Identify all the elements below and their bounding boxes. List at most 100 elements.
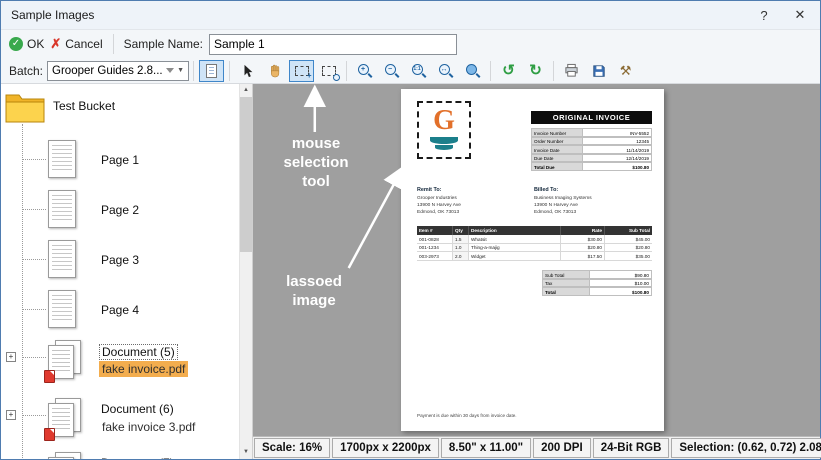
tree-item-document-5[interactable]: + Document (5) fake invoice.pdf bbox=[1, 338, 238, 386]
status-bar: Scale: 16% 1700px x 2200px 8.50" x 11.00… bbox=[253, 436, 821, 459]
sample-name-input[interactable] bbox=[208, 33, 457, 55]
tree-item-page-1[interactable]: Page 1 bbox=[1, 140, 238, 188]
zoom-actual-size-button[interactable]: 1:1 bbox=[406, 60, 431, 82]
tree-item-label: Document (5) bbox=[99, 344, 178, 360]
tree-root-label: Test Bucket bbox=[53, 99, 116, 113]
print-button[interactable] bbox=[559, 60, 584, 82]
ok-label: OK bbox=[27, 37, 45, 51]
zoom-region-button[interactable] bbox=[460, 60, 485, 82]
tree-item-label: Page 4 bbox=[101, 303, 140, 317]
invoice-items-table: Item # Qty Description Rate Sub Total 00… bbox=[417, 226, 652, 261]
rotate-ccw-icon: ↺ bbox=[502, 61, 515, 79]
scroll-up-arrow[interactable]: ▲ bbox=[240, 84, 252, 97]
pan-tool-button[interactable] bbox=[262, 60, 287, 82]
document-stack-icon bbox=[48, 452, 84, 459]
status-scale: Scale: 16% bbox=[254, 438, 331, 458]
lasso-selection-box[interactable]: G bbox=[417, 101, 471, 159]
page-thumbnail bbox=[48, 240, 76, 278]
page-thumbnail bbox=[48, 140, 76, 178]
status-dpi: 200 DPI bbox=[533, 438, 591, 458]
chevron-down-icon: ▼ bbox=[177, 67, 185, 74]
dialog-body: Test Bucket Page 1 Page 2 Page 3 Page 4 bbox=[1, 84, 821, 459]
zoom-out-button[interactable]: − bbox=[379, 60, 404, 82]
grooper-logo: G bbox=[433, 105, 455, 136]
tree-item-page-3[interactable]: Page 3 bbox=[1, 240, 238, 288]
settings-button[interactable]: ⚒ bbox=[613, 60, 638, 82]
document-stack-icon bbox=[44, 398, 84, 441]
help-button[interactable]: ? bbox=[746, 2, 782, 28]
hand-icon bbox=[270, 64, 279, 77]
zoom-region-icon bbox=[465, 63, 481, 78]
zoom-selection-tool-button[interactable] bbox=[316, 60, 341, 82]
invoice-meta-table: Invoice Number INV-5552 Order Number 12345… bbox=[531, 128, 652, 171]
document-stack-icon bbox=[44, 340, 84, 383]
billed-to-block: Billed To: Business Imaging Systems 1390… bbox=[534, 187, 592, 215]
marquee-select-icon: + bbox=[294, 65, 312, 79]
tree-scrollbar[interactable]: ▲ ▼ bbox=[239, 84, 252, 459]
batch-dropdown[interactable]: Grooper Guides 2.8... ▼ bbox=[47, 60, 190, 81]
thumbnail-pane-toggle-button[interactable] bbox=[199, 59, 225, 82]
pointer-tool-button[interactable] bbox=[235, 60, 260, 82]
page-thumbnail bbox=[48, 290, 76, 328]
scrollbar-thumb[interactable] bbox=[240, 97, 252, 252]
tree-item-page-4[interactable]: Page 4 bbox=[1, 290, 238, 338]
tree-item-label: Page 2 bbox=[101, 203, 140, 217]
tree-item-filename: fake invoice 3.pdf bbox=[102, 420, 196, 434]
zoom-in-button[interactable]: + bbox=[352, 60, 377, 82]
close-button[interactable]: ✕ bbox=[782, 2, 818, 28]
zoom-fit-icon: ↔ bbox=[438, 63, 454, 78]
save-button[interactable] bbox=[586, 60, 611, 82]
rotate-right-button[interactable]: ↻ bbox=[523, 60, 548, 82]
image-viewer[interactable]: G ORIGINAL INVOICE Invoice Number INV-555… bbox=[253, 84, 820, 436]
ok-button[interactable]: ✓ OK bbox=[9, 37, 44, 51]
invoice-page-image[interactable]: G ORIGINAL INVOICE Invoice Number INV-555… bbox=[401, 89, 664, 431]
sample-images-dialog: Sample Images ? ✕ ✓ OK ✗ Cancel Sample N… bbox=[0, 0, 821, 460]
scroll-down-arrow[interactable]: ▼ bbox=[240, 446, 252, 459]
remit-to-block: Remit To: Grooper Industries 13900 N Har… bbox=[417, 187, 461, 215]
status-inch-size: 8.50" x 11.00" bbox=[440, 438, 532, 458]
cancel-x-icon: ✗ bbox=[50, 36, 62, 51]
separator bbox=[229, 60, 231, 81]
logo-wave-icon bbox=[430, 137, 458, 144]
separator bbox=[490, 60, 492, 81]
rotate-left-button[interactable]: ↺ bbox=[496, 60, 521, 82]
tree-item-filename: fake invoice.pdf bbox=[99, 361, 189, 377]
viewer-column: G ORIGINAL INVOICE Invoice Number INV-555… bbox=[253, 84, 821, 459]
cancel-label: Cancel bbox=[65, 37, 103, 51]
table-row: 001-1234 1.0 Thing-a-majig $20.80 $20.80 bbox=[417, 243, 652, 252]
expand-icon[interactable]: + bbox=[6, 410, 16, 420]
tree-item-label: Document (6) bbox=[101, 402, 174, 416]
batch-tree-panel: Test Bucket Page 1 Page 2 Page 3 Page 4 bbox=[1, 84, 253, 459]
cancel-button[interactable]: ✗ Cancel bbox=[50, 36, 102, 52]
expand-icon[interactable]: + bbox=[6, 352, 16, 362]
tree-item-page-2[interactable]: Page 2 bbox=[1, 190, 238, 238]
tree-root-item[interactable]: Test Bucket bbox=[1, 90, 238, 130]
separator bbox=[193, 60, 195, 81]
main-toolbar: Batch: Grooper Guides 2.8... ▼ + + − 1:1… bbox=[1, 58, 820, 84]
mouse-selection-tool-annotation: mouse selection tool bbox=[283, 135, 349, 190]
filter-icon bbox=[166, 68, 175, 73]
ok-check-icon: ✓ bbox=[9, 37, 23, 51]
table-row: 003-2973 2.0 Widget $17.50 $35.00 bbox=[417, 252, 652, 261]
separator bbox=[346, 60, 348, 81]
rotate-cw-icon: ↻ bbox=[529, 61, 542, 79]
pdf-badge-icon bbox=[44, 428, 55, 441]
tree-item-document-6[interactable]: + Document (6) fake invoice 3.pdf bbox=[1, 396, 238, 444]
page-icon bbox=[206, 63, 218, 78]
tree-item-document-7[interactable]: + Document (7) bbox=[1, 450, 238, 459]
floppy-disk-icon bbox=[592, 64, 605, 77]
status-selection: Selection: (0.62, 0.72) 2.08 x 2.23 bbox=[671, 438, 821, 458]
table-row: 001-0828 1.5 Whatsit $30.00 $45.00 bbox=[417, 235, 652, 244]
folder-icon bbox=[5, 94, 45, 123]
page-thumbnail bbox=[48, 190, 76, 228]
tree-item-label: Page 3 bbox=[101, 253, 140, 267]
tools-icon: ⚒ bbox=[619, 62, 632, 78]
title-bar: Sample Images ? ✕ bbox=[1, 1, 820, 29]
pdf-badge-icon bbox=[44, 370, 55, 383]
invoice-totals-table: Sub Total $90.80 Tax $10.00 Total $100.80 bbox=[542, 270, 652, 296]
zoom-fit-button[interactable]: ↔ bbox=[433, 60, 458, 82]
batch-value: Grooper Guides 2.8... bbox=[52, 64, 163, 77]
zoom-100-icon: 1:1 bbox=[411, 63, 427, 78]
command-bar: ✓ OK ✗ Cancel Sample Name: bbox=[1, 29, 820, 58]
marquee-selection-tool-button[interactable]: + bbox=[289, 59, 315, 82]
